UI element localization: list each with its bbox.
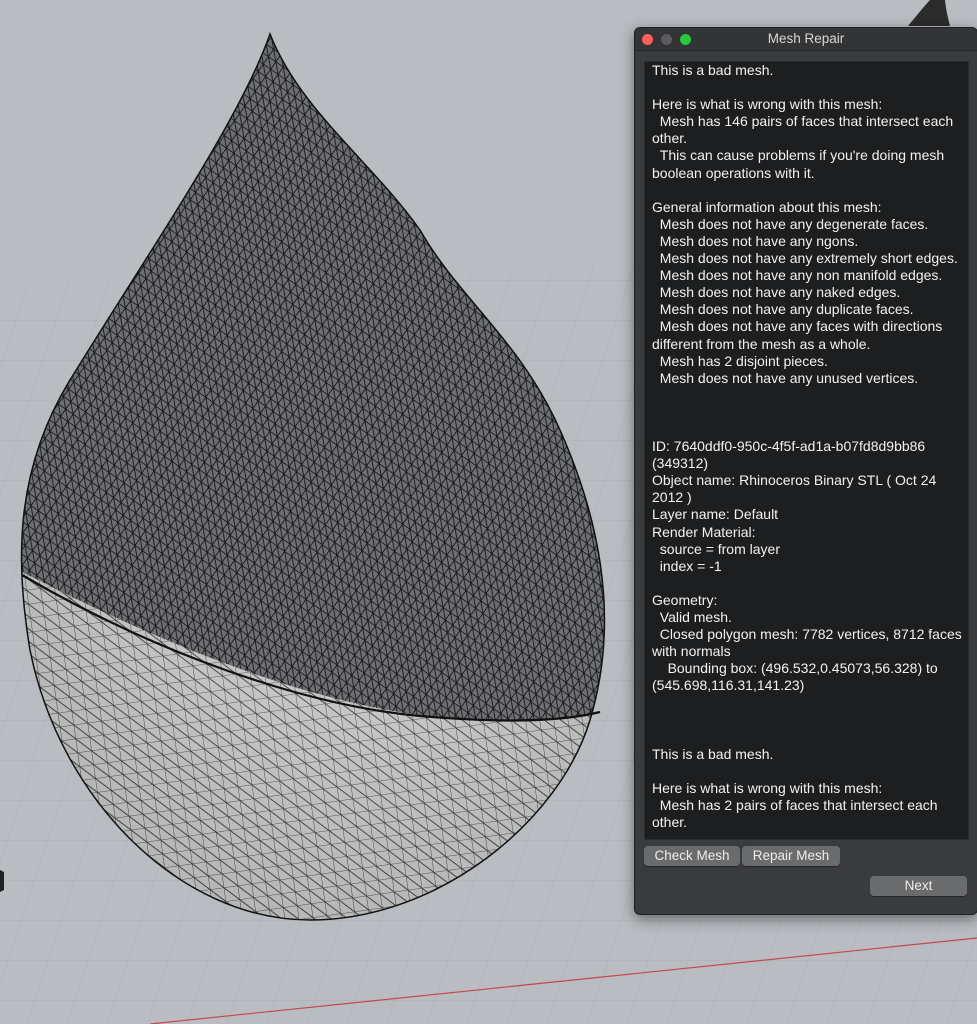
mesh-report-textbox[interactable]: This is a bad mesh. Here is what is wron…: [644, 61, 969, 840]
check-mesh-button[interactable]: Check Mesh: [644, 846, 740, 866]
window-title: Mesh Repair: [767, 31, 845, 46]
next-button[interactable]: Next: [870, 876, 967, 896]
mesh-report-text: This is a bad mesh. Here is what is wron…: [652, 62, 962, 831]
title-bar[interactable]: Mesh Repair: [635, 28, 977, 51]
repair-mesh-button[interactable]: Repair Mesh: [742, 846, 840, 866]
mesh-repair-dialog: Mesh Repair This is a bad mesh. Here is …: [634, 27, 977, 915]
